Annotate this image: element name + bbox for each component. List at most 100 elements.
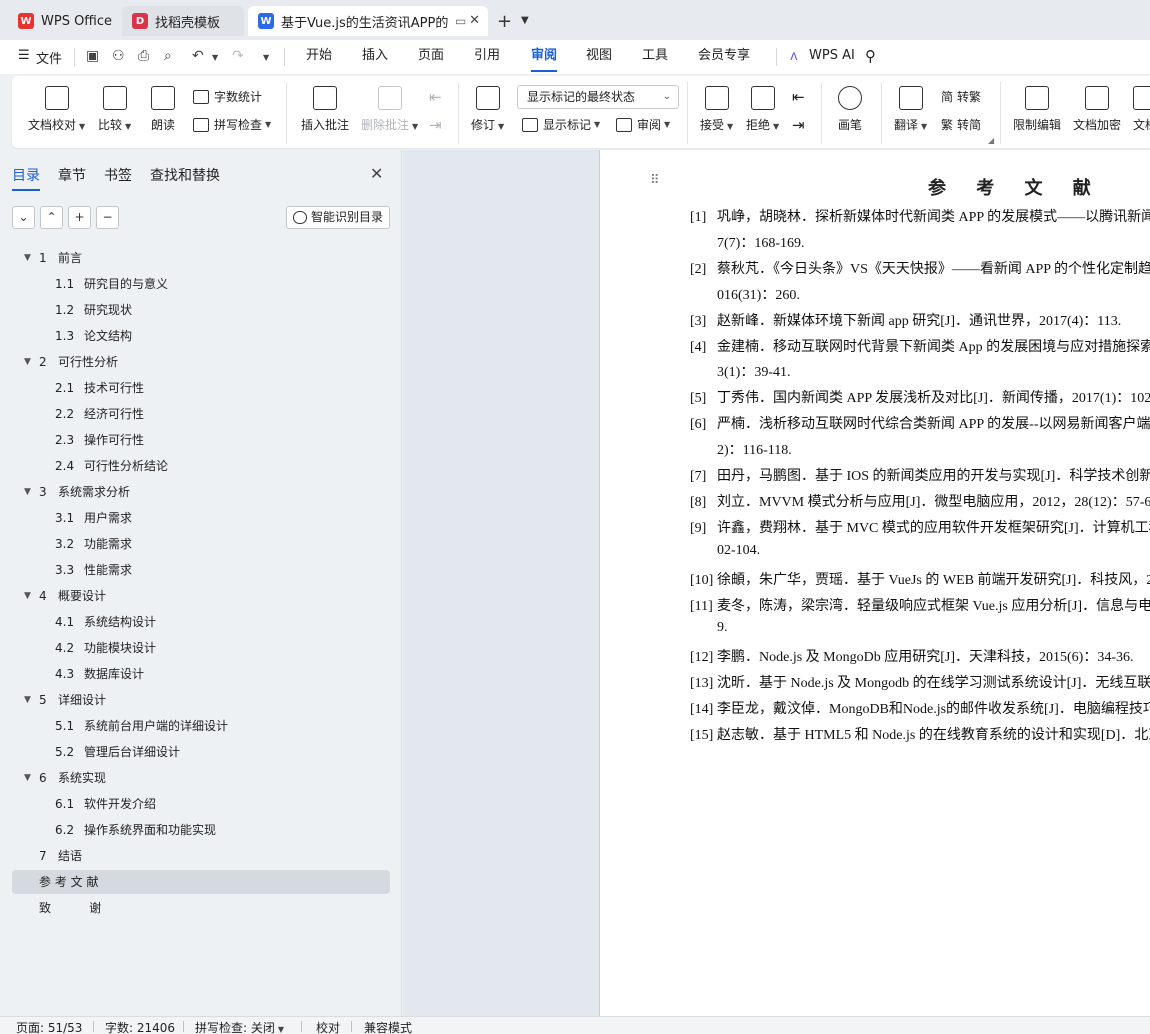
reference-text: 李鹏．Node.js 及 MongoDb 应用研究[J]．天津科技，2015(6…: [717, 650, 1134, 666]
save-icon[interactable]: ▣: [86, 48, 99, 64]
reject-button[interactable]: 拒绝 ▼: [746, 86, 779, 133]
toc-item[interactable]: ▼ 2 可行性分析: [12, 350, 390, 374]
word-count-status[interactable]: 字数: 21406: [105, 1019, 175, 1034]
toc-item[interactable]: 4.2 功能模块设计: [12, 636, 390, 660]
chevron-down-icon[interactable]: ▼: [521, 15, 529, 26]
collapse-arrow-icon[interactable]: ▼: [24, 350, 31, 374]
tab-review[interactable]: 审阅: [531, 40, 558, 74]
wps-ai-button[interactable]: WPS AI: [809, 48, 855, 63]
show-markup-button[interactable]: 显示标记 ▼: [522, 116, 600, 133]
compare-button[interactable]: 比较 ▼: [98, 86, 131, 133]
print-preview-icon[interactable]: ⌕: [164, 48, 172, 64]
next-change-icon[interactable]: ⇥: [792, 116, 805, 134]
collapse-arrow-icon[interactable]: ▼: [24, 246, 31, 270]
restrict-editing-button[interactable]: 限制编辑: [1013, 86, 1061, 133]
undo-icon[interactable]: ↶: [192, 48, 204, 64]
toc-item[interactable]: 1.3 论文结构: [12, 324, 390, 348]
insert-comment-button[interactable]: 插入批注: [301, 86, 349, 133]
tab-view[interactable]: 视图: [586, 40, 612, 74]
pen-button[interactable]: 画笔: [838, 86, 862, 133]
toc-item[interactable]: ▼ 4 概要设计: [12, 584, 390, 608]
markup-state-select[interactable]: 显示标记的最终状态 ⌄: [517, 85, 679, 109]
tab-member[interactable]: 会员专享: [698, 40, 750, 74]
toc-item[interactable]: 2.1 技术可行性: [12, 376, 390, 400]
toc-item[interactable]: ▼ 3 系统需求分析: [12, 480, 390, 504]
collapse-button[interactable]: ⌃: [40, 206, 63, 229]
drag-handle-icon[interactable]: ⠿: [650, 174, 660, 187]
close-icon[interactable]: ✕: [370, 164, 383, 183]
toc-item[interactable]: 3.1 用户需求: [12, 506, 390, 530]
tab-chapters[interactable]: 章节: [58, 165, 86, 185]
doc-check-button[interactable]: 文档校对 ▼: [28, 86, 85, 133]
toc-item[interactable]: 5.2 管理后台详细设计: [12, 740, 390, 764]
encrypt-document-button[interactable]: 文档加密: [1073, 86, 1121, 133]
tab-toc[interactable]: 目录: [12, 165, 40, 191]
toc-item[interactable]: 1.2 研究现状: [12, 298, 390, 322]
more-document-button[interactable]: 文档: [1133, 86, 1150, 133]
tab-wps-office[interactable]: W WPS Office: [8, 6, 118, 36]
tab-document[interactable]: W 基于Vue.js的生活资讯APP的设 ▭ ✕: [248, 6, 488, 36]
collapse-arrow-icon[interactable]: ▼: [24, 688, 31, 712]
remove-heading-button[interactable]: −: [96, 206, 119, 229]
expand-group-icon[interactable]: ◢: [988, 136, 994, 145]
tab-references[interactable]: 引用: [474, 40, 500, 74]
document-icon: [1133, 86, 1150, 110]
read-aloud-button[interactable]: 朗读: [151, 86, 175, 133]
document-page[interactable]: ⠿ 参 考 文 献 [1] 巩峥，胡晓林．探析新媒体时代新闻类 APP 的发展模式…: [599, 150, 1150, 1016]
toc-item[interactable]: 6.2 操作系统界面和功能实现: [12, 818, 390, 842]
to-simplified-button[interactable]: 繁 转简: [941, 116, 981, 133]
tab-insert[interactable]: 插入: [362, 40, 388, 74]
toc-item[interactable]: 2.2 经济可行性: [12, 402, 390, 426]
toc-item[interactable]: 4.3 数据库设计: [12, 662, 390, 686]
proofread-status[interactable]: 校对: [316, 1019, 340, 1034]
tab-template[interactable]: D 找稻壳模板: [122, 6, 244, 36]
review-pane-button[interactable]: 审阅 ▼: [616, 116, 670, 133]
print-icon[interactable]: ⎙: [138, 48, 149, 64]
tab-bookmarks[interactable]: 书签: [104, 165, 132, 185]
chevron-down-icon[interactable]: ▼: [263, 53, 269, 62]
chevron-down-icon[interactable]: ▼: [212, 53, 218, 62]
track-changes-button[interactable]: 修订 ▼: [471, 86, 504, 133]
previous-change-icon[interactable]: ⇤: [792, 88, 805, 106]
toc-item[interactable]: ▼ 6 系统实现: [12, 766, 390, 790]
page-indicator[interactable]: 页面: 51/53: [16, 1019, 82, 1034]
button-label: 字数统计: [214, 90, 263, 104]
toc-item[interactable]: 2.4 可行性分析结论: [12, 454, 390, 478]
new-tab-icon[interactable]: +: [497, 11, 512, 32]
spell-check-button[interactable]: 拼写检查 ▼: [193, 116, 271, 133]
add-heading-button[interactable]: +: [68, 206, 91, 229]
toc-item[interactable]: 7 结语: [12, 844, 390, 868]
tab-page[interactable]: 页面: [418, 40, 444, 74]
toc-item[interactable]: 参 考 文 献: [12, 870, 390, 894]
file-menu[interactable]: 文件: [36, 48, 62, 67]
smart-toc-button[interactable]: 智能识别目录: [286, 206, 390, 229]
toc-item[interactable]: 2.3 操作可行性: [12, 428, 390, 452]
spell-check-status[interactable]: 拼写检查: 关闭 ▼: [195, 1019, 284, 1034]
tab-find-replace[interactable]: 查找和替换: [150, 165, 220, 185]
collapse-arrow-icon[interactable]: ▼: [24, 766, 31, 790]
expand-all-button[interactable]: ⌄: [12, 206, 35, 229]
toc-item[interactable]: ▼ 5 详细设计: [12, 688, 390, 712]
reference-line: 2)：116-118.: [690, 439, 792, 459]
close-icon[interactable]: ✕: [469, 13, 480, 28]
toc-item[interactable]: 6.1 软件开发介绍: [12, 792, 390, 816]
to-traditional-button[interactable]: 简 转繁: [941, 88, 981, 105]
accept-button[interactable]: 接受 ▼: [700, 86, 733, 133]
toc-item[interactable]: 3.3 性能需求: [12, 558, 390, 582]
toc-item[interactable]: ▼ 1 前言: [12, 246, 390, 270]
search-icon[interactable]: ⚲: [865, 47, 876, 65]
toc-item[interactable]: 致 谢: [12, 896, 390, 920]
hamburger-icon[interactable]: ☰: [18, 48, 30, 63]
toc-item[interactable]: 4.1 系统结构设计: [12, 610, 390, 634]
toc-item[interactable]: 3.2 功能需求: [12, 532, 390, 556]
translate-button[interactable]: 翻译 ▼: [894, 86, 927, 133]
toc-item[interactable]: 1.1 研究目的与意义: [12, 272, 390, 296]
tab-tools[interactable]: 工具: [642, 40, 668, 74]
tab-label: WPS Office: [41, 13, 113, 29]
share-icon[interactable]: ⚇: [112, 48, 125, 64]
collapse-arrow-icon[interactable]: ▼: [24, 584, 31, 608]
tab-home[interactable]: 开始: [306, 40, 332, 74]
toc-item[interactable]: 5.1 系统前台用户端的详细设计: [12, 714, 390, 738]
collapse-arrow-icon[interactable]: ▼: [24, 480, 31, 504]
word-count-button[interactable]: 字数统计: [193, 88, 262, 105]
